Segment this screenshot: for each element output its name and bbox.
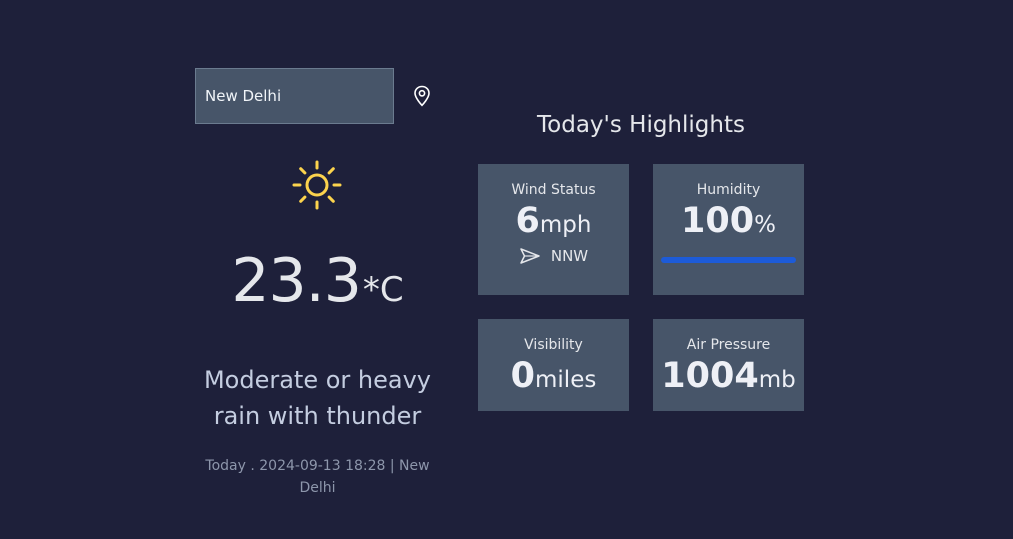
wind-speed: 6mph	[478, 204, 629, 239]
humidity-card: Humidity 100%	[653, 164, 804, 295]
location-button[interactable]	[411, 83, 433, 109]
card-label: Air Pressure	[686, 337, 771, 353]
visibility-unit: miles	[535, 367, 597, 393]
visibility-reading: 0miles	[478, 359, 629, 394]
air-pressure-card: Air Pressure 1004mb	[653, 319, 804, 411]
temperature-value: 23.3	[231, 246, 362, 316]
visibility-value: 0	[510, 356, 536, 396]
card-label: Visibility	[524, 337, 583, 353]
condition-line: rain with thunder	[213, 402, 422, 430]
highlights-title: Today's Highlights	[537, 112, 745, 138]
datetime-line: Today . 2024-09-13 18:28 | New	[205, 458, 430, 474]
city-search-input[interactable]	[195, 68, 394, 124]
condition-line: Moderate or heavy	[203, 366, 432, 394]
temperature-unit: *C	[362, 270, 404, 310]
humidity-progress-bar	[661, 257, 796, 263]
date-location-text: Today . 2024-09-13 18:28 | New Delhi	[200, 455, 435, 499]
pressure-value: 1004	[661, 356, 759, 396]
card-label: Humidity	[696, 182, 761, 198]
weather-condition: Moderate or heavy rain with thunder	[195, 362, 440, 434]
humidity-reading: 100%	[653, 204, 804, 239]
current-weather-panel: 23.3*C Moderate or heavy rain with thund…	[195, 68, 440, 496]
sun-icon	[292, 160, 342, 210]
temperature-display: 23.3*C	[195, 251, 440, 311]
card-label: Wind Status	[511, 182, 596, 198]
humidity-progress-fill	[661, 257, 796, 263]
wind-speed-value: 6	[515, 201, 540, 241]
pressure-reading: 1004mb	[653, 359, 804, 394]
map-pin-icon	[414, 85, 430, 107]
location-line: Delhi	[299, 480, 336, 496]
wind-direction-label: NNW	[550, 247, 589, 265]
wind-status-card: Wind Status 6mph NNW	[478, 164, 629, 295]
humidity-unit: %	[754, 212, 776, 238]
visibility-card: Visibility 0miles	[478, 319, 629, 411]
pressure-unit: mb	[758, 367, 796, 393]
wind-speed-unit: mph	[539, 212, 592, 238]
wind-direction: NNW	[478, 247, 629, 265]
navigation-arrow-icon	[520, 248, 540, 264]
humidity-value: 100	[681, 201, 755, 241]
search-row	[195, 68, 440, 124]
